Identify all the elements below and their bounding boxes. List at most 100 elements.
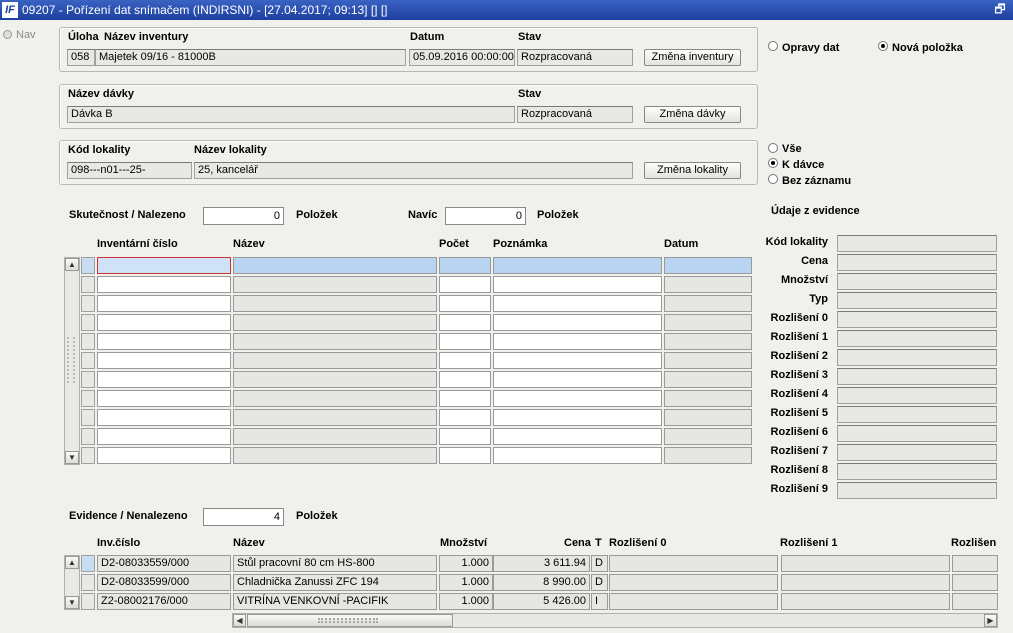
grid2-scroll-down-icon[interactable]: ▼: [65, 596, 79, 609]
grid1-cell[interactable]: [493, 257, 662, 274]
polozek-label-1: Položek: [296, 209, 338, 221]
grid1-scroll-down-icon[interactable]: ▼: [65, 451, 79, 464]
grid2-row-selector[interactable]: [81, 574, 95, 591]
grid2-cell-nazev[interactable]: Chladnička Zanussi ZFC 194: [233, 574, 437, 591]
grid2-cell-rozliseni[interactable]: [952, 555, 998, 572]
grid1-cell[interactable]: [97, 428, 231, 445]
grid1-cell[interactable]: [493, 333, 662, 350]
k-davce-radio[interactable]: [768, 158, 778, 168]
grid1-cell[interactable]: [97, 333, 231, 350]
grid1-row-selector[interactable]: [81, 371, 95, 388]
grid1-row-selector[interactable]: [81, 390, 95, 407]
grid1-cell[interactable]: [97, 257, 231, 274]
opravy-dat-radio[interactable]: [768, 41, 778, 51]
grid1-cell[interactable]: [493, 409, 662, 426]
grid1-row-selector[interactable]: [81, 276, 95, 293]
grid2-cell-rozliseni[interactable]: [609, 574, 778, 591]
grid1-cell: [233, 390, 437, 407]
grid1-cell[interactable]: [439, 371, 491, 388]
grid2-cell-t[interactable]: D: [591, 574, 608, 591]
grid1-cell[interactable]: [493, 295, 662, 312]
grid2-cell-mnozstvi[interactable]: 1.000: [439, 574, 493, 591]
grid2-cell-rozliseni[interactable]: [952, 593, 998, 610]
grid1-cell[interactable]: [493, 428, 662, 445]
grid2-cell-nazev[interactable]: VITRÍNA VENKOVNÍ -PACIFIK: [233, 593, 437, 610]
grid1-row-selector[interactable]: [81, 409, 95, 426]
grid1-cell[interactable]: [439, 314, 491, 331]
grid1-cell[interactable]: [439, 276, 491, 293]
vse-radio[interactable]: [768, 143, 778, 153]
change-inventory-button[interactable]: Změna inventury: [644, 49, 741, 66]
locality-name-label: Název lokality: [194, 144, 267, 156]
grid1-row-selector[interactable]: [81, 257, 95, 274]
change-batch-button[interactable]: Změna dávky: [644, 106, 741, 123]
grid2-cell-cena[interactable]: 8 990.00: [493, 574, 590, 591]
grid2-cell-mnozstvi[interactable]: 1.000: [439, 593, 493, 610]
grid1-cell[interactable]: [97, 276, 231, 293]
grid1-cell: [233, 447, 437, 464]
bez-zaznamu-radio[interactable]: [768, 174, 778, 184]
grid1-cell[interactable]: [439, 352, 491, 369]
grid1-cell[interactable]: [439, 390, 491, 407]
grid2-cell-rozliseni[interactable]: [781, 593, 950, 610]
grid2-cell-cena[interactable]: 3 611.94: [493, 555, 590, 572]
grid1-row-selector[interactable]: [81, 352, 95, 369]
grid1-cell[interactable]: [97, 295, 231, 312]
evidence-count-field[interactable]: 4: [203, 508, 284, 526]
grid2-cell-t[interactable]: D: [591, 555, 608, 572]
grid2-scroll-up-icon[interactable]: ▲: [65, 556, 79, 569]
navic-field[interactable]: 0: [445, 207, 526, 225]
grid2-cell-mnozstvi[interactable]: 1.000: [439, 555, 493, 572]
grid2-cell-inv[interactable]: Z2-08002176/000: [97, 593, 231, 610]
grid1-cell[interactable]: [97, 371, 231, 388]
grid1-cell[interactable]: [97, 447, 231, 464]
change-locality-button[interactable]: Změna lokality: [644, 162, 741, 179]
grid1-cell[interactable]: [97, 409, 231, 426]
grid1-cell[interactable]: [97, 390, 231, 407]
evidence-label: Rozlišení 9: [770, 483, 828, 495]
grid1-cell[interactable]: [493, 276, 662, 293]
grid1-cell[interactable]: [97, 352, 231, 369]
grid2-cell-rozliseni[interactable]: [781, 574, 950, 591]
nova-polozka-radio[interactable]: [878, 41, 888, 51]
grid2-cell-rozliseni[interactable]: [609, 555, 778, 572]
skutecnost-field[interactable]: 0: [203, 207, 284, 225]
grid1-cell[interactable]: [439, 409, 491, 426]
grid2-cell-inv[interactable]: D2-08033599/000: [97, 574, 231, 591]
grid2-row-selector[interactable]: [81, 593, 95, 610]
grid2-cell-rozliseni[interactable]: [952, 574, 998, 591]
hscroll-left-icon[interactable]: ◀: [233, 614, 246, 627]
hscroll-right-icon[interactable]: ▶: [984, 614, 997, 627]
grid1-cell[interactable]: [493, 314, 662, 331]
grid2-cell-nazev[interactable]: Stůl pracovní 80 cm HS-800: [233, 555, 437, 572]
grid2-cell-inv[interactable]: D2-08033559/000: [97, 555, 231, 572]
grid1-cell[interactable]: [493, 447, 662, 464]
grid1-cell: [664, 409, 752, 426]
grid1-cell[interactable]: [439, 333, 491, 350]
grid1-row-selector[interactable]: [81, 314, 95, 331]
grid2-cell-t[interactable]: I: [591, 593, 608, 610]
hscroll-thumb[interactable]: [247, 614, 453, 627]
restore-window-icon[interactable]: 🗗: [993, 2, 1007, 16]
grid1-cell[interactable]: [439, 295, 491, 312]
grid1-cell[interactable]: [493, 390, 662, 407]
grid2-cell-cena[interactable]: 5 426.00: [493, 593, 590, 610]
grid2-cell-rozliseni[interactable]: [609, 593, 778, 610]
evidence-count-label: Evidence / Nenalezeno: [69, 510, 188, 522]
grid1-scroll-up-icon[interactable]: ▲: [65, 258, 79, 271]
grid1-cell: [664, 428, 752, 445]
grid1-row-selector[interactable]: [81, 295, 95, 312]
grid1-cell[interactable]: [97, 314, 231, 331]
grid2-row-selector[interactable]: [81, 555, 95, 572]
grid1-cell[interactable]: [439, 447, 491, 464]
grid1-cell[interactable]: [493, 371, 662, 388]
grid1-cell[interactable]: [493, 352, 662, 369]
grid1-cell[interactable]: [439, 257, 491, 274]
grid1-row-selector[interactable]: [81, 428, 95, 445]
grid1-scroll-thumb[interactable]: [67, 337, 75, 383]
grid1-cell[interactable]: [439, 428, 491, 445]
grid1-row-selector[interactable]: [81, 333, 95, 350]
grid2-cell-rozliseni[interactable]: [781, 555, 950, 572]
grid1-row-selector[interactable]: [81, 447, 95, 464]
evidence-label: Typ: [809, 293, 828, 305]
